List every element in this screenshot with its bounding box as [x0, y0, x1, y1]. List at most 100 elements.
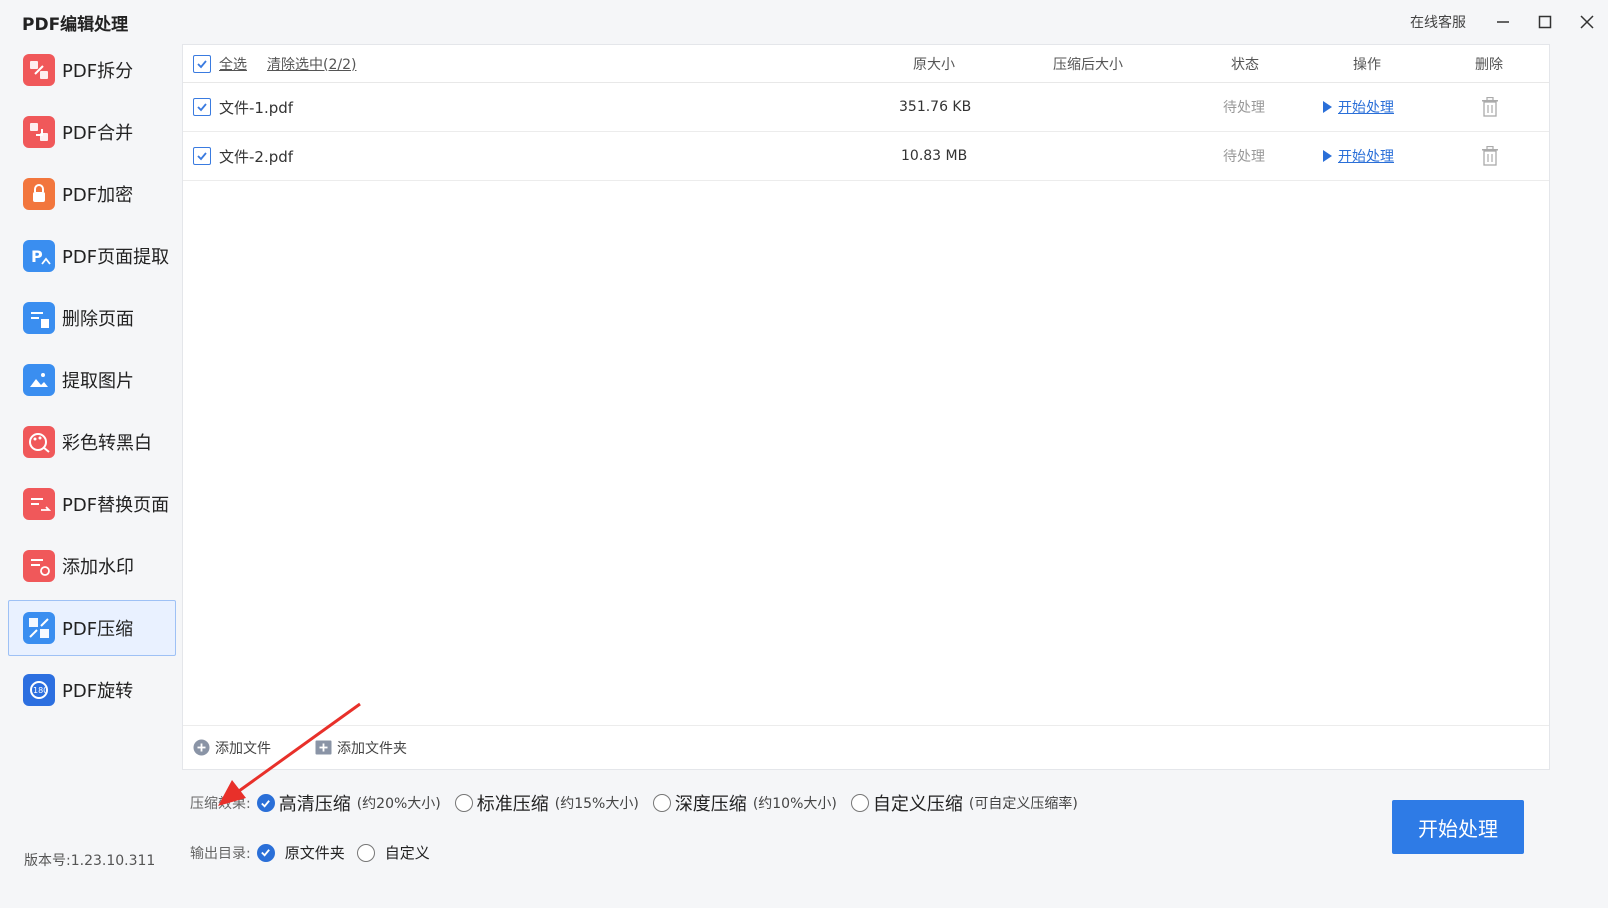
status-text: 待处理 [1223, 149, 1265, 165]
online-service-link[interactable]: 在线客服 [1410, 12, 1466, 32]
deep-compress-label: 深度压缩 [674, 794, 747, 815]
rotate-icon: 180 [23, 674, 55, 706]
sidebar-item-label: PDF页面提取 [62, 247, 170, 268]
sidebar-item-image-extract[interactable]: 提取图片 [8, 352, 176, 408]
start-process-label: 开始处理 [1338, 100, 1394, 116]
sidebar-item-palette[interactable]: 彩色转黑白 [8, 414, 176, 470]
check-icon [261, 799, 271, 808]
custom-folder-label: 自定义 [384, 844, 430, 862]
file-size: 10.83 MB [901, 148, 968, 164]
row-checkbox[interactable] [193, 98, 211, 116]
deep-compress-note: (约10%大小) [752, 796, 837, 812]
play-icon [1323, 101, 1332, 113]
status-text: 待处理 [1223, 100, 1265, 116]
replace-page-icon [23, 488, 55, 520]
sidebar-item-label: PDF加密 [62, 185, 134, 206]
delete-row-button[interactable] [1481, 96, 1499, 121]
minimize-button[interactable] [1482, 0, 1524, 44]
original-folder-label: 原文件夹 [284, 844, 345, 862]
row-checkbox[interactable] [193, 147, 211, 165]
sidebar-item-label: PDF旋转 [62, 681, 134, 702]
select-all-checkbox[interactable] [193, 54, 211, 73]
radio-custom-compress[interactable] [850, 794, 869, 812]
sidebar-item-label: PDF压缩 [62, 619, 134, 640]
sidebar-item-label: 添加水印 [62, 557, 134, 578]
check-icon [197, 152, 207, 161]
radio-deep-compress[interactable] [652, 794, 671, 812]
delete-page-icon [23, 302, 55, 334]
split-icon [23, 54, 55, 86]
compress-label: 压缩效果: [190, 796, 251, 812]
sidebar-item-label: 提取图片 [62, 371, 134, 392]
check-icon [261, 849, 271, 857]
sidebar-item-label: 彩色转黑白 [62, 433, 152, 454]
custom-compress-note: (可自定义压缩率) [968, 796, 1078, 812]
sidebar-item-replace-page[interactable]: PDF替换页面 [8, 476, 176, 532]
start-process-button[interactable]: 开始处理 [1392, 800, 1524, 854]
radio-original-folder[interactable] [256, 843, 275, 862]
trash-icon [1482, 96, 1498, 117]
custom-compress-label: 自定义压缩 [872, 794, 963, 815]
output-label: 输出目录: [190, 845, 251, 862]
sidebar-item-compress[interactable]: PDF压缩 [8, 600, 176, 656]
sidebar-item-label: PDF合并 [62, 123, 134, 144]
select-all-link[interactable]: 全选 [219, 54, 247, 74]
maximize-button[interactable] [1524, 0, 1566, 44]
start-process-label: 开始处理 [1338, 149, 1394, 165]
page-extract-icon: P [23, 240, 55, 272]
svg-text:180: 180 [33, 686, 48, 695]
sidebar: PDF拆分 PDF合并 PDF加密 P PDF页面提取 删除页面提取图片彩色转黑白 PDF替… [8, 42, 176, 724]
file-name: 文件-2.pdf [219, 147, 294, 166]
header-original-size: 原大小 [913, 56, 955, 73]
sidebar-item-merge[interactable]: PDF合并 [8, 104, 176, 160]
header-action: 操作 [1353, 56, 1381, 73]
table-row: 文件-1.pdf 351.76 KB 待处理 开始处理 [183, 83, 1549, 132]
compress-icon [23, 612, 55, 644]
trash-icon [1482, 145, 1498, 166]
header-delete: 删除 [1475, 56, 1503, 73]
check-icon [197, 103, 207, 112]
sidebar-item-split[interactable]: PDF拆分 [8, 42, 176, 98]
minimize-icon [1497, 21, 1509, 23]
play-icon [1323, 150, 1332, 162]
add-folder-button[interactable]: 添加文件夹 [315, 738, 407, 758]
sidebar-item-watermark[interactable]: 添加水印 [8, 538, 176, 594]
radio-standard-compress[interactable] [454, 794, 473, 812]
close-icon [1580, 15, 1594, 29]
radio-custom-folder[interactable] [356, 843, 375, 862]
svg-text:P: P [31, 247, 43, 266]
hd-compress-note: (约20%大小) [356, 796, 441, 812]
image-extract-icon [23, 364, 55, 396]
start-process-link[interactable]: 开始处理 [1323, 146, 1394, 166]
header-status: 状态 [1231, 56, 1259, 73]
sidebar-item-label: PDF拆分 [62, 61, 134, 82]
radio-hd-compress[interactable] [256, 794, 275, 812]
standard-compress-label: 标准压缩 [476, 794, 549, 815]
sidebar-item-delete-page[interactable]: 删除页面 [8, 290, 176, 346]
header-compressed-size: 压缩后大小 [1053, 56, 1123, 73]
compress-options: 压缩效果: 高清压缩 (约20%大小) 标准压缩 (约15%大小) 深度压缩 (… [190, 790, 1092, 816]
table-header: 全选 清除选中(2/2) 原大小 压缩后大小 状态 操作 删除 [183, 45, 1549, 83]
sidebar-item-lock[interactable]: PDF加密 [8, 166, 176, 222]
file-list-panel: 全选 清除选中(2/2) 原大小 压缩后大小 状态 操作 删除 文件-1.pdf… [182, 44, 1550, 770]
sidebar-item-page-extract[interactable]: P PDF页面提取 [8, 228, 176, 284]
clear-selection-link[interactable]: 清除选中(2/2) [267, 54, 356, 74]
delete-row-button[interactable] [1481, 145, 1499, 170]
plus-circle-icon [193, 739, 210, 756]
add-folder-label: 添加文件夹 [337, 740, 407, 757]
close-button[interactable] [1566, 0, 1608, 44]
add-file-button[interactable]: 添加文件 [193, 738, 271, 758]
standard-compress-note: (约15%大小) [554, 796, 639, 812]
sidebar-item-label: PDF替换页面 [62, 495, 170, 516]
file-name: 文件-1.pdf [219, 98, 294, 117]
start-process-link[interactable]: 开始处理 [1323, 97, 1394, 117]
add-file-label: 添加文件 [215, 740, 271, 757]
palette-icon [23, 426, 55, 458]
sidebar-item-rotate[interactable]: 180 PDF旋转 [8, 662, 176, 718]
maximize-icon [1538, 15, 1552, 29]
output-options: 输出目录: 原文件夹 自定义 [190, 842, 442, 863]
folder-plus-icon [315, 740, 332, 755]
watermark-icon [23, 550, 55, 582]
sidebar-item-label: 删除页面 [62, 309, 134, 330]
check-icon [197, 59, 207, 68]
